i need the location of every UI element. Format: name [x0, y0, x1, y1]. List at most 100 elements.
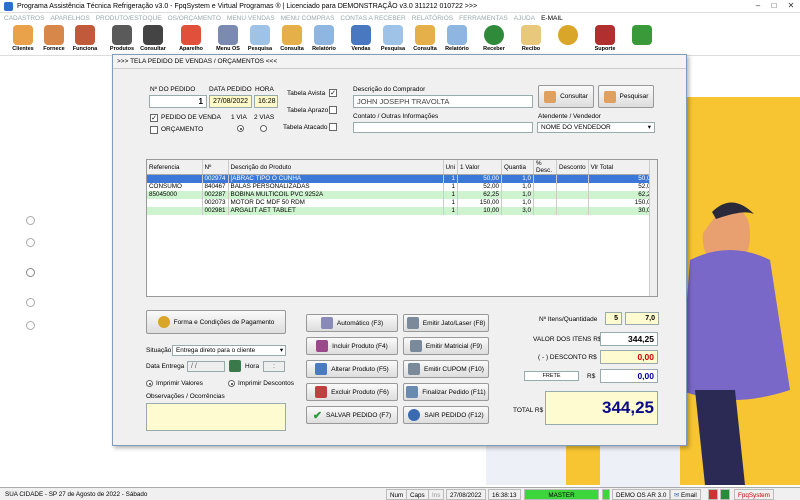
table-row[interactable]: CONSUMO 840467 BALAS PERSONALIZADAS 1 52,00 1…: [147, 182, 658, 191]
col-unidade[interactable]: Uni: [443, 160, 458, 175]
excluir-produto-button[interactable]: Excluir Produto (F6): [306, 383, 398, 401]
minimize-button[interactable]: –: [750, 0, 766, 12]
cell-numero: 840467: [202, 182, 229, 191]
table-row[interactable]: 85045000 002287 BOBINA MULTICOIL PVC 9252A…: [147, 190, 658, 199]
toolbar-pesquisa-vendas[interactable]: Pesquisa: [378, 25, 408, 52]
salvar-pedido-button[interactable]: ✔ SALVAR PEDIDO (F7): [306, 406, 398, 424]
toolbar-clientes[interactable]: Clientes: [8, 25, 38, 52]
menu-contas-receber[interactable]: CONTAS A RECEBER: [340, 15, 405, 22]
col-desconto[interactable]: Desconto: [556, 160, 589, 175]
nav-dot[interactable]: [26, 238, 35, 247]
menu-ajuda[interactable]: AJUDA: [514, 15, 535, 22]
col-valor[interactable]: 1 Valor: [457, 160, 502, 175]
menu-relatorios[interactable]: RELATÓRIOS: [412, 15, 453, 22]
imprimir-descontos-radio[interactable]: [228, 380, 235, 387]
menu-ferramentas[interactable]: FERRAMENTAS: [459, 15, 508, 22]
via1-radio[interactable]: [237, 125, 244, 132]
order-date-field[interactable]: 27/08/2022: [209, 95, 252, 108]
incluir-produto-button[interactable]: Incluir Produto (F4): [306, 337, 398, 355]
col-quantia[interactable]: Quantia: [501, 160, 534, 175]
menu-produto-estoque[interactable]: PRODUTO/ESTOQUE: [96, 15, 162, 22]
table-row[interactable]: 002981 ARGALIT AET TABLET 1 10,00 3,0 30,00: [147, 206, 658, 215]
toolbar-menu-os[interactable]: Menu OS: [213, 25, 243, 52]
tabela-aprazo-checkbox[interactable]: [329, 106, 337, 114]
buyer-field[interactable]: JOHN JOSEPH TRAVOLTA: [353, 95, 533, 108]
toolbar-relatorio-os[interactable]: Relatório: [309, 25, 339, 52]
menu-vendas[interactable]: MENU VENDAS: [227, 15, 275, 22]
quantidade-field: 7,0: [625, 312, 659, 325]
col-valor-total[interactable]: Vlr Total: [588, 160, 658, 175]
pesquisar-button[interactable]: Pesquisar: [598, 85, 654, 108]
toolbar-suporte[interactable]: Suporte: [590, 25, 620, 52]
order-time-label: HORA: [255, 86, 274, 93]
toolbar-consultar[interactable]: Consultar: [138, 25, 168, 52]
forma-pagamento-button[interactable]: Forma e Condições de Pagamento: [146, 310, 286, 334]
close-button[interactable]: ✕: [783, 0, 799, 12]
frete-field[interactable]: 0,00: [600, 369, 658, 383]
table-row[interactable]: 002974 [ABRAC TIPO O CUNHA 1 50,00 1,0 50,00: [147, 174, 658, 183]
observacoes-field[interactable]: [146, 403, 286, 431]
toolbar-fornece[interactable]: Fornece: [39, 25, 69, 52]
toolbar-pesquisa-os[interactable]: Pesquisa: [245, 25, 275, 52]
status-email[interactable]: ✉ Email: [670, 489, 701, 500]
toolbar-receber[interactable]: Receber: [479, 25, 509, 52]
col-numero[interactable]: Nº: [202, 160, 229, 175]
desconto-field[interactable]: 0,00: [600, 350, 658, 364]
nav-dot[interactable]: [26, 321, 35, 330]
calendar-icon[interactable]: [229, 360, 241, 372]
contact-field[interactable]: [353, 122, 533, 133]
emitir-matricial-button[interactable]: Emitir Matricial (F9): [403, 337, 489, 355]
barcode-icon: [143, 25, 163, 45]
col-descricao[interactable]: Descrição do Produto: [228, 160, 444, 175]
maximize-button[interactable]: □: [766, 0, 782, 12]
toolbar-aparelho[interactable]: Aparelho: [176, 25, 206, 52]
grid-scrollbar[interactable]: [649, 160, 657, 296]
menu-email[interactable]: E-MAIL: [541, 15, 563, 22]
automatico-button[interactable]: Automático (F3): [306, 314, 398, 332]
menu-os-orcamento[interactable]: OS/ORÇAMENTO: [168, 15, 221, 22]
tabela-atacado-checkbox[interactable]: [329, 123, 337, 131]
consultar-button[interactable]: Consultar: [538, 85, 594, 108]
toolbar-exit[interactable]: [627, 25, 657, 46]
finalizar-pedido-button[interactable]: Finalizar Pedido (F11): [403, 383, 489, 401]
nav-dot[interactable]: [26, 216, 35, 225]
pedido-venda-checkbox[interactable]: ✓: [150, 114, 158, 122]
toolbar-consulta-vendas[interactable]: Consulta: [410, 25, 440, 52]
menu-bar: CADASTROS APARELHOS PRODUTO/ESTOQUE OS/O…: [0, 13, 800, 23]
cell-numero: 002287: [202, 190, 229, 199]
nav-dot[interactable]: [26, 298, 35, 307]
toolbar-produtos[interactable]: Produtos: [107, 25, 137, 52]
orcamento-checkbox[interactable]: [150, 126, 158, 134]
menu-cadastros[interactable]: CADASTROS: [4, 15, 44, 22]
nav-dot-active[interactable]: [26, 268, 35, 277]
data-entrega-field[interactable]: / /: [187, 361, 225, 372]
toolbar-coins[interactable]: [553, 25, 583, 46]
order-date-label: DATA PEDIDO: [209, 86, 252, 93]
emitir-cupom-button[interactable]: Emitir CUPOM (F10): [403, 360, 489, 378]
hora-entrega-field[interactable]: :: [263, 361, 285, 372]
alterar-produto-button[interactable]: Alterar Produto (F5): [306, 360, 398, 378]
col-referencia[interactable]: Referencia: [147, 160, 203, 175]
order-time-field[interactable]: 16:28: [254, 95, 278, 108]
cell-descricao: ARGALIT AET TABLET: [228, 206, 444, 215]
sair-pedido-button[interactable]: SAIR PEDIDO (F12): [403, 406, 489, 424]
toolbar-consulta-os[interactable]: Consulta: [277, 25, 307, 52]
imprimir-valores-radio[interactable]: [146, 380, 153, 387]
situacao-select[interactable]: Entrega direto para o cliente ▾: [172, 345, 286, 356]
products-icon: [112, 25, 132, 45]
menu-compras[interactable]: MENU COMPRAS: [281, 15, 335, 22]
col-percent-desc[interactable]: % Desc.: [533, 160, 557, 175]
emitir-jato-button[interactable]: Emitir Jato/Laser (F8): [403, 314, 489, 332]
products-grid[interactable]: Referencia Nº Descrição do Produto Uni 1…: [146, 159, 658, 297]
via2-radio[interactable]: [260, 125, 267, 132]
frete-currency: R$: [587, 373, 596, 380]
order-number-field[interactable]: 1: [149, 95, 207, 108]
tabela-avista-checkbox[interactable]: ✓: [329, 89, 337, 97]
attendant-select[interactable]: NOME DO VENDEDOR ▾: [537, 122, 655, 133]
table-row[interactable]: 002073 MOTOR DC MDF 50 RDM 1 150,00 1,0 150,0…: [147, 198, 658, 207]
menu-aparelhos[interactable]: APARELHOS: [50, 15, 89, 22]
toolbar-vendas[interactable]: Vendas: [346, 25, 376, 52]
toolbar-relatorio-vendas[interactable]: Relatório: [442, 25, 472, 52]
toolbar-recibo[interactable]: Recibo: [516, 25, 546, 52]
toolbar-funciona[interactable]: Funciona: [70, 25, 100, 52]
